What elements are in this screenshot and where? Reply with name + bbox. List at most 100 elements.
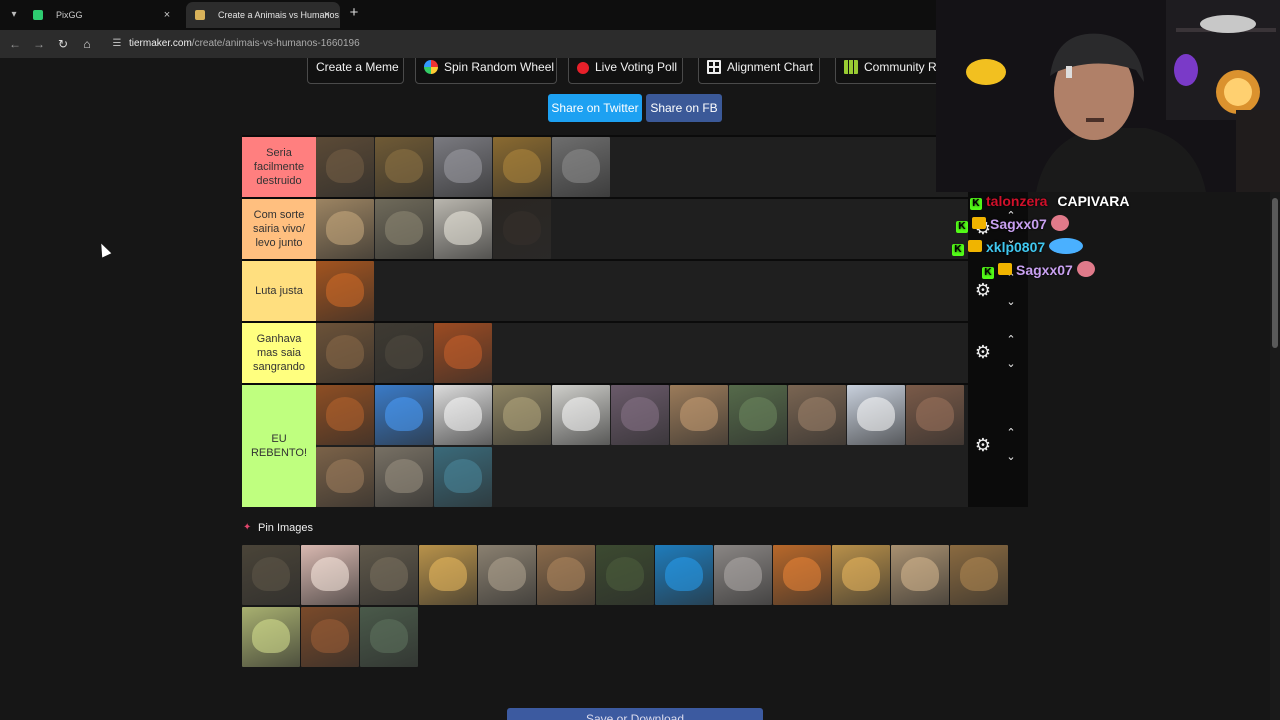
tier-image-moose[interactable]	[375, 137, 433, 197]
pool-image-panda[interactable]	[360, 607, 418, 667]
live-voting-poll-button[interactable]: Live Voting Poll	[568, 58, 683, 84]
tier-image-crocodile[interactable]	[375, 199, 433, 259]
tier-image-hyena[interactable]	[316, 199, 374, 259]
pool-image-lion[interactable]	[832, 545, 890, 605]
chat-message: K Sagxx07	[956, 215, 1069, 233]
pin-images-toggle[interactable]: Pin Images	[258, 522, 313, 534]
pool-image-boar[interactable]	[242, 545, 300, 605]
tier-image-eagle[interactable]	[375, 323, 433, 383]
tab-tiermaker[interactable]: Create a Animais vs Humanos T ×	[186, 2, 340, 28]
create-meme-button[interactable]: Create a Meme	[307, 58, 404, 84]
tier-image-zebra[interactable]	[375, 447, 433, 507]
pool-image-horse[interactable]	[301, 607, 359, 667]
pool-image-tapir[interactable]	[596, 545, 654, 605]
tier-row: Seria facilmente destruido	[242, 135, 968, 197]
tier-image-macaw[interactable]	[375, 385, 433, 445]
tier-label[interactable]: EU REBENTO!	[242, 385, 316, 507]
pool-image-pig[interactable]	[301, 545, 359, 605]
tier-image-owl[interactable]	[316, 447, 374, 507]
pool-image-ocelot[interactable]	[478, 545, 536, 605]
scrollbar-thumb[interactable]	[1272, 198, 1278, 348]
chat-username: xklp0807	[986, 239, 1046, 255]
tab-search-chevron-icon[interactable]: ▾	[6, 7, 22, 23]
pool-image-kangaroo[interactable]	[242, 607, 300, 667]
tier-image-goose[interactable]	[552, 385, 610, 445]
horse-image	[311, 619, 349, 653]
deer-image	[680, 397, 718, 431]
pool-image-giraffe[interactable]	[891, 545, 949, 605]
tier-image-elephant[interactable]	[552, 137, 610, 197]
pool-image-cobra[interactable]	[950, 545, 1008, 605]
tier-settings-gear-icon[interactable]: ⚙	[973, 342, 993, 362]
tier-image-hawk[interactable]	[729, 385, 787, 445]
move-tier-up-icon[interactable]: ⌃	[1004, 427, 1018, 439]
tier-label[interactable]: Com sorte sairia vivo/ levo junto	[242, 199, 316, 259]
site-info-icon[interactable]: ☰	[110, 37, 124, 51]
hippo-image	[444, 149, 482, 183]
tier-settings-gear-icon[interactable]: ⚙	[973, 435, 993, 455]
elephant-image	[562, 149, 600, 183]
crown-badge-icon	[968, 240, 982, 252]
pool-image-whale[interactable]	[655, 545, 713, 605]
chat-message: Ktalonzera CAPIVARA	[970, 192, 1129, 210]
new-tab-icon[interactable]: +	[346, 5, 362, 21]
url-field[interactable]: tiermaker.com/create/animais-vs-humanos-…	[129, 37, 360, 51]
pool-image-cheetah[interactable]	[419, 545, 477, 605]
tier-label[interactable]: Luta justa	[242, 261, 316, 321]
tier-image-jaguar[interactable]	[493, 137, 551, 197]
move-tier-down-icon[interactable]: ⌄	[1004, 358, 1018, 370]
move-tier-up-icon[interactable]: ⌃	[1004, 334, 1018, 346]
tier-image-baboon[interactable]	[316, 323, 374, 383]
kick-badge-icon: K	[956, 221, 968, 233]
alignment-chart-button[interactable]: Alignment Chart	[698, 58, 820, 84]
tier-image-wolf[interactable]	[434, 199, 492, 259]
forward-icon[interactable]: →	[31, 36, 47, 52]
back-icon[interactable]: ←	[7, 36, 23, 52]
tier-image-cat[interactable]	[788, 385, 846, 445]
maned-wolf-image	[444, 335, 482, 369]
spin-wheel-button[interactable]: Spin Random Wheel	[415, 58, 557, 84]
move-tier-down-icon[interactable]: ⌄	[1004, 451, 1018, 463]
share-twitter-button[interactable]: Share on Twitter	[548, 94, 642, 122]
community-rankings-button[interactable]: Community R	[835, 58, 945, 84]
close-tab-icon[interactable]: ×	[320, 2, 334, 28]
share-fb-button[interactable]: Share on FB	[646, 94, 722, 122]
tier-image-maned-wolf[interactable]	[434, 323, 492, 383]
tier-image-hippo[interactable]	[434, 137, 492, 197]
boar-image	[252, 557, 290, 591]
tier-image-penguin[interactable]	[434, 385, 492, 445]
tab-pixgg[interactable]: PixGG ×	[24, 2, 180, 28]
capybara-image	[547, 557, 585, 591]
home-icon[interactable]: ⌂	[79, 36, 95, 52]
tier-image-ostrich[interactable]	[493, 385, 551, 445]
tier-image-manatee[interactable]	[611, 385, 669, 445]
tier-image-chimpanzee[interactable]	[493, 199, 551, 259]
pool-image-tiger[interactable]	[773, 545, 831, 605]
crown-badge-icon	[998, 263, 1012, 275]
tier-label[interactable]: Seria facilmente destruido	[242, 137, 316, 197]
manatee-image	[621, 397, 659, 431]
toolbar-label: Alignment Chart	[727, 60, 814, 74]
close-tab-icon[interactable]: ×	[160, 2, 174, 28]
tier-image-piranha[interactable]	[906, 385, 964, 445]
tier-image-bear[interactable]	[316, 137, 374, 197]
pool-image-komodo[interactable]	[360, 545, 418, 605]
goose-image	[562, 397, 600, 431]
reload-icon[interactable]: ↻	[55, 36, 71, 52]
tapir-image	[606, 557, 644, 591]
pool-image-capybara[interactable]	[537, 545, 595, 605]
tier-image-orangutan[interactable]	[316, 261, 374, 321]
eagle-image	[385, 335, 423, 369]
tier-label[interactable]: Ganhava mas saia sangrando	[242, 323, 316, 383]
panda-image	[370, 619, 408, 653]
move-tier-down-icon[interactable]: ⌄	[1004, 296, 1018, 308]
save-download-button[interactable]: Save or Download	[507, 708, 763, 720]
webcam-feed-image	[936, 0, 1280, 192]
tier-image-swan[interactable]	[847, 385, 905, 445]
tier-image-deer[interactable]	[670, 385, 728, 445]
tier-row: EU REBENTO!	[242, 383, 968, 507]
tier-image-monkey[interactable]	[316, 385, 374, 445]
community-grid-icon	[844, 60, 858, 74]
tier-image-peacock[interactable]	[434, 447, 492, 507]
pool-image-rhino[interactable]	[714, 545, 772, 605]
